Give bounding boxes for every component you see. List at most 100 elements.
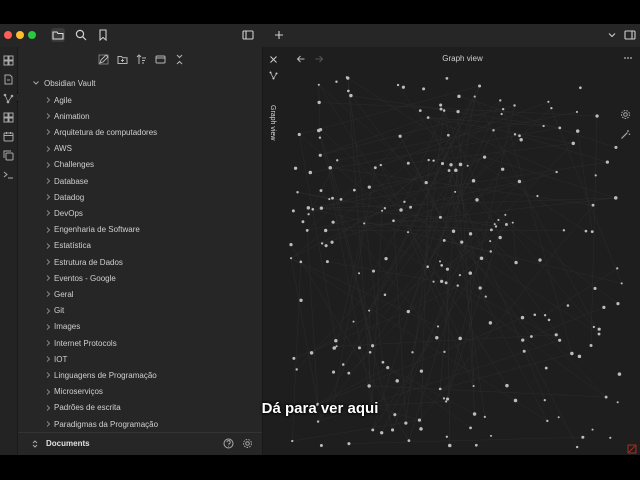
minimize-window-button[interactable] — [16, 31, 24, 39]
graph-node[interactable] — [363, 222, 366, 225]
graph-node[interactable] — [335, 345, 338, 348]
graph-node[interactable] — [519, 137, 523, 142]
graph-node[interactable] — [367, 185, 371, 189]
graph-node[interactable] — [471, 179, 476, 183]
graph-node[interactable] — [445, 435, 449, 438]
graph-node[interactable] — [331, 370, 336, 374]
graph-node[interactable] — [379, 163, 382, 167]
folder-item[interactable]: Database — [44, 173, 88, 189]
graph-node[interactable] — [301, 220, 305, 224]
graph-node[interactable] — [319, 206, 324, 210]
graph-node[interactable] — [456, 109, 460, 114]
graph-node[interactable] — [590, 230, 594, 234]
close-window-button[interactable] — [4, 31, 12, 39]
graph-node[interactable] — [438, 387, 442, 391]
graph-node[interactable] — [391, 428, 395, 432]
graph-node[interactable] — [332, 346, 337, 350]
graph-node[interactable] — [395, 379, 399, 383]
graph-node[interactable] — [426, 116, 430, 119]
graph-node[interactable] — [460, 240, 464, 244]
graph-node[interactable] — [319, 189, 323, 193]
graph-node[interactable] — [575, 445, 579, 449]
sort-icon[interactable] — [136, 54, 147, 65]
graph-node[interactable] — [613, 196, 618, 200]
graph-node[interactable] — [614, 145, 618, 149]
graph-node[interactable] — [504, 213, 507, 216]
graph-node[interactable] — [454, 190, 457, 193]
graph-node[interactable] — [575, 110, 578, 114]
folder-item[interactable]: AWS — [44, 141, 72, 157]
graph-node[interactable] — [597, 327, 601, 331]
folder-item[interactable]: Images — [44, 319, 80, 335]
graph-node[interactable] — [468, 271, 473, 275]
files-icon[interactable] — [3, 74, 14, 85]
graph-tab-label[interactable]: Graph view — [269, 105, 276, 140]
graph-node[interactable] — [440, 264, 444, 267]
graph-node[interactable] — [538, 258, 542, 262]
graph-node[interactable] — [494, 225, 498, 228]
graph-node[interactable] — [511, 221, 514, 224]
graph-node[interactable] — [490, 228, 493, 232]
new-folder-icon[interactable] — [117, 54, 128, 65]
graph-node[interactable] — [473, 95, 476, 98]
graph-node[interactable] — [347, 371, 351, 375]
graph-node[interactable] — [579, 86, 582, 90]
vault-root[interactable]: Obsidian Vault — [18, 76, 95, 90]
graph-node[interactable] — [346, 76, 350, 80]
graph-node[interactable] — [442, 109, 446, 112]
folder-item[interactable]: Microserviços — [44, 384, 103, 400]
graph-node[interactable] — [331, 196, 334, 200]
graph-node[interactable] — [295, 368, 298, 371]
sidebar-toggle-icon[interactable] — [241, 28, 255, 42]
graph-node[interactable] — [609, 436, 612, 439]
graph-node[interactable] — [384, 256, 388, 261]
graph-node[interactable] — [386, 366, 390, 370]
graph-node[interactable] — [592, 325, 595, 329]
graph-node[interactable] — [316, 420, 320, 423]
graph-node[interactable] — [381, 209, 384, 212]
folder-item[interactable]: Estrutura de Dados — [44, 254, 123, 270]
graph-node[interactable] — [513, 104, 516, 107]
graph-node[interactable] — [447, 133, 450, 137]
terminal-icon[interactable] — [3, 169, 14, 180]
folder-item[interactable]: IOT — [44, 351, 67, 367]
graph-node[interactable] — [308, 170, 313, 175]
graph-node[interactable] — [368, 350, 372, 354]
graph-node[interactable] — [554, 333, 558, 337]
graph-node[interactable] — [498, 235, 502, 240]
gear-icon[interactable] — [242, 438, 253, 449]
graph-node[interactable] — [419, 427, 423, 431]
graph-node[interactable] — [409, 205, 412, 209]
graph-node[interactable] — [427, 158, 430, 162]
graph-node[interactable] — [546, 419, 549, 423]
graph-node[interactable] — [407, 439, 411, 442]
graph-node[interactable] — [291, 209, 295, 213]
graph-view[interactable]: Graph view — [285, 47, 640, 455]
graph-node[interactable] — [593, 286, 597, 290]
graph-node[interactable] — [616, 302, 620, 306]
graph-node[interactable] — [575, 129, 580, 133]
graph-node[interactable] — [347, 442, 351, 446]
graph-node[interactable] — [330, 240, 334, 244]
graph-node[interactable] — [398, 134, 402, 138]
graph-node[interactable] — [357, 272, 361, 275]
graph-node[interactable] — [422, 87, 426, 91]
graph-node[interactable] — [597, 332, 601, 336]
graph-node[interactable] — [466, 164, 469, 167]
calendar-icon[interactable] — [3, 131, 14, 142]
graph-node[interactable] — [594, 174, 597, 177]
graph-node[interactable] — [299, 298, 303, 303]
help-icon[interactable] — [223, 438, 234, 449]
graph-node[interactable] — [318, 136, 322, 139]
graph-node[interactable] — [318, 153, 322, 157]
graph-node[interactable] — [547, 318, 551, 322]
graph-node[interactable] — [319, 444, 323, 447]
graph-node[interactable] — [341, 363, 345, 366]
graph-node[interactable] — [505, 383, 509, 388]
graph-node[interactable] — [484, 295, 487, 298]
graph-node[interactable] — [317, 83, 320, 86]
graph-canvas[interactable] — [285, 47, 640, 455]
graph-node[interactable] — [442, 238, 446, 242]
graph-node[interactable] — [482, 155, 487, 159]
graph-node[interactable] — [595, 114, 599, 118]
